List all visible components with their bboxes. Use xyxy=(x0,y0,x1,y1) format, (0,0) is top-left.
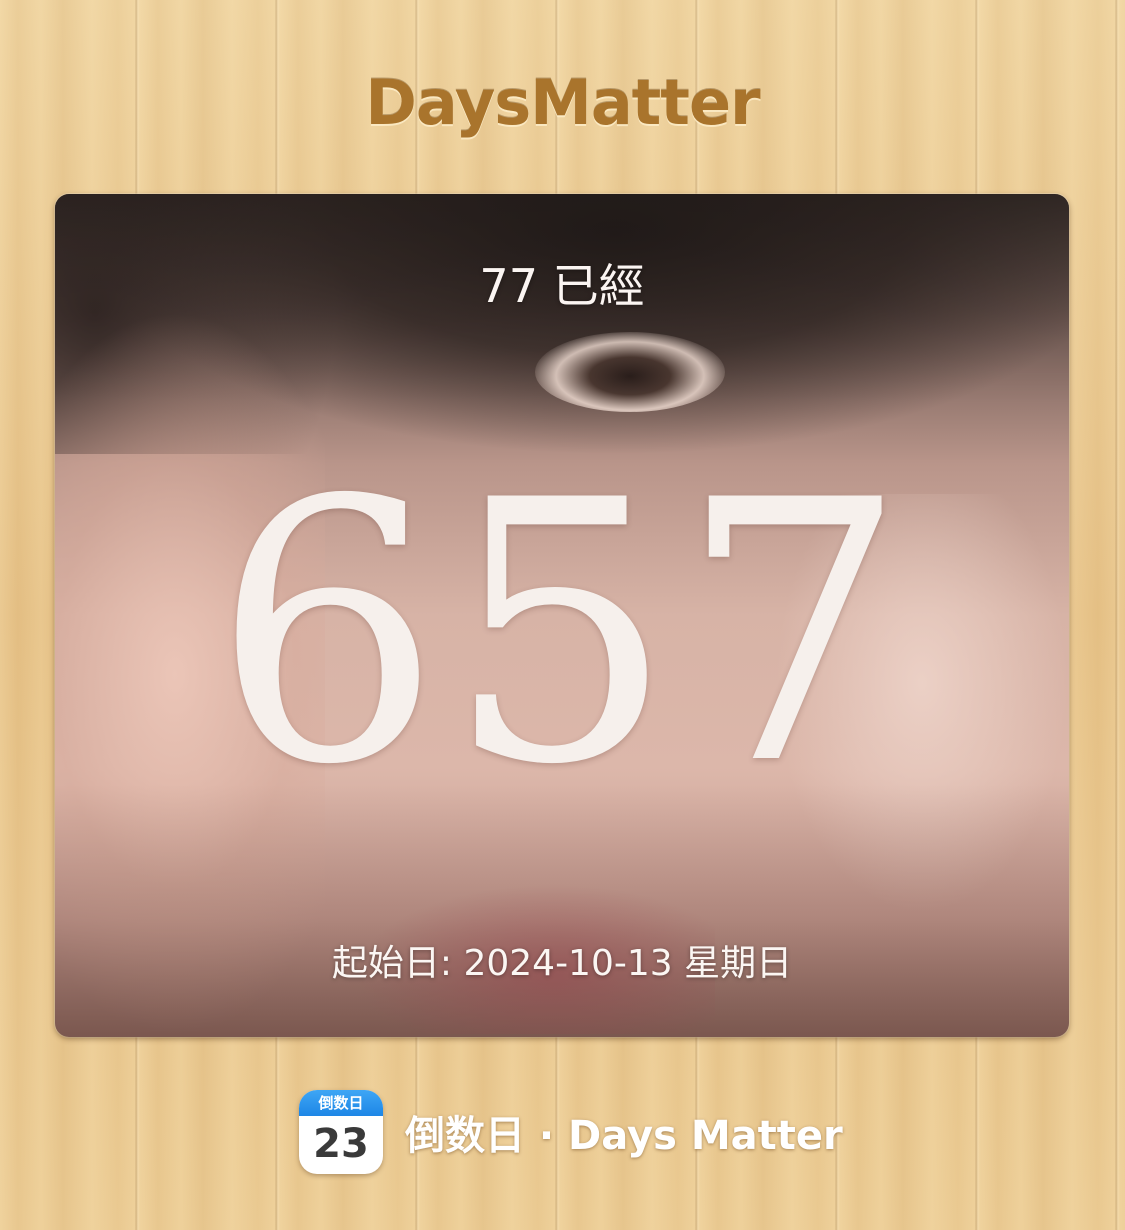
app-icon-header: 倒数日 xyxy=(299,1090,383,1116)
start-date-line: 起始日: 2024-10-13 星期日 xyxy=(331,943,793,984)
app-icon-number: 23 xyxy=(313,1121,369,1167)
brand-title: DaysMatter xyxy=(365,66,760,139)
app-name: 倒数日 · Days Matter xyxy=(405,1113,843,1159)
day-count: 657 xyxy=(212,424,912,843)
event-title: 77 已經 xyxy=(479,259,645,313)
event-card[interactable]: 77 已經 657 起始日: 2024-10-13 星期日 xyxy=(55,194,1069,1037)
calendar-app-icon: 倒数日 23 xyxy=(299,1090,383,1174)
app-attribution: 倒数日 23 倒数日 · Days Matter xyxy=(299,1090,843,1174)
